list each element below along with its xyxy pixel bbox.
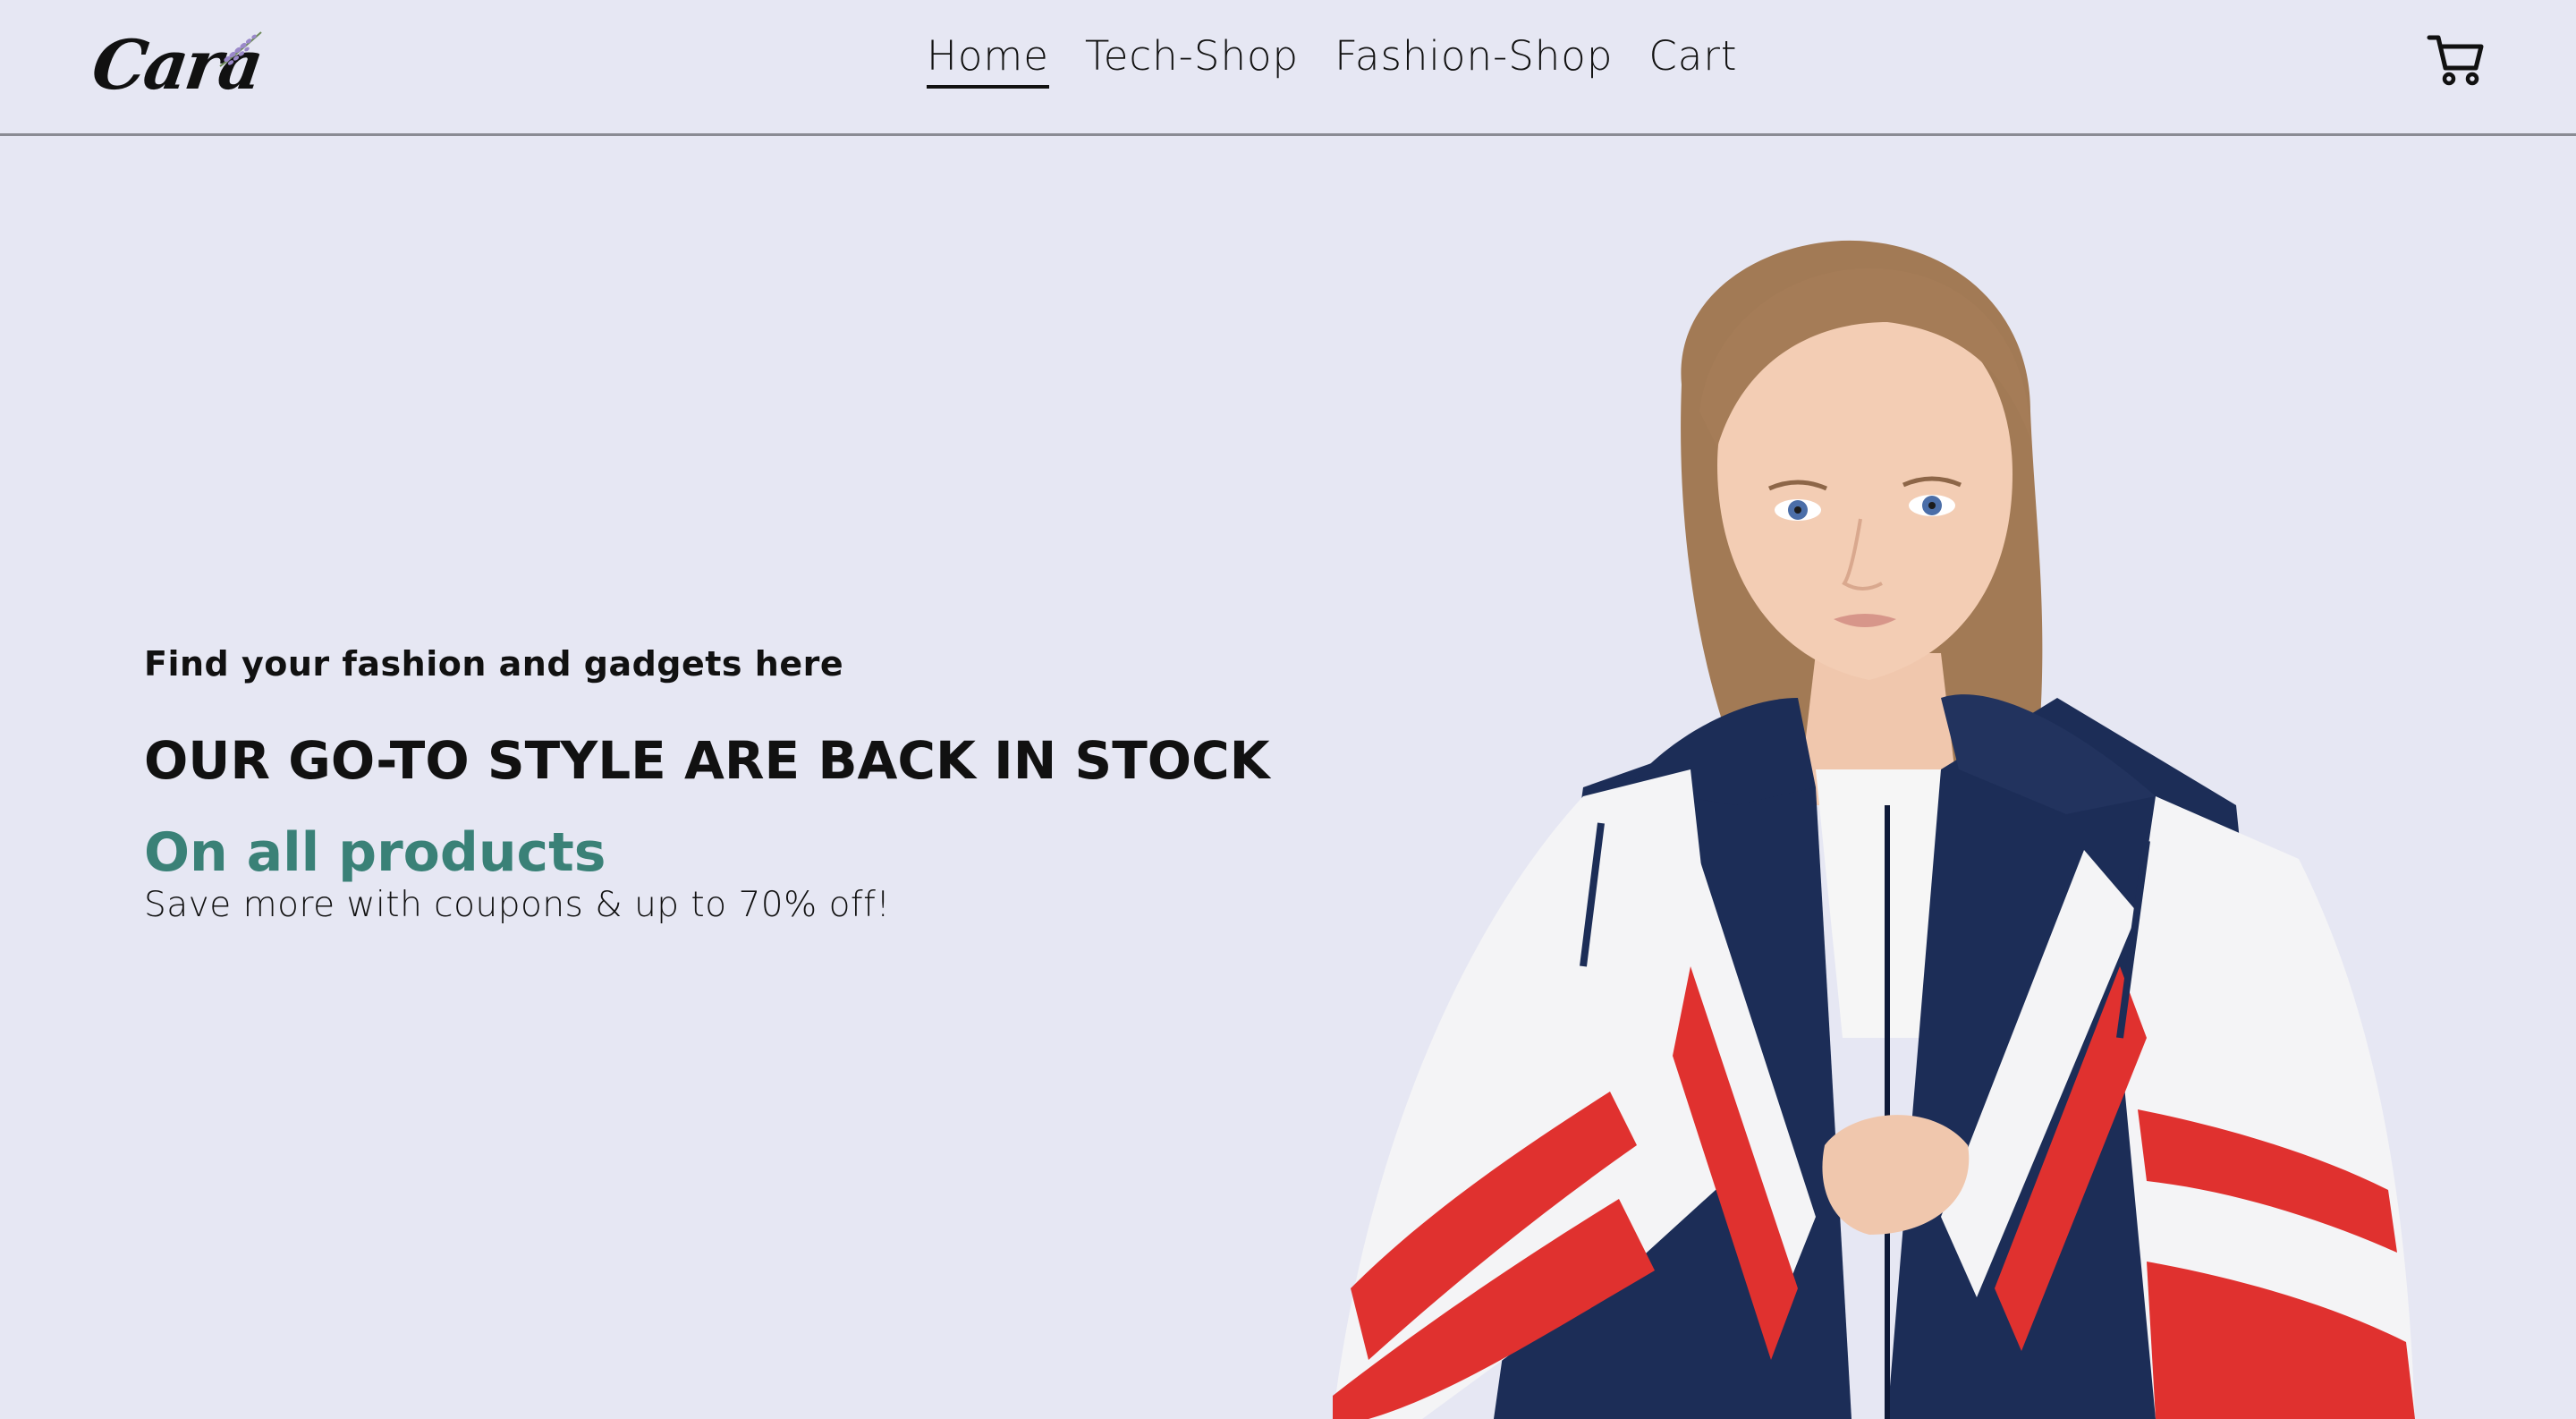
shopping-cart-icon[interactable] [2424, 27, 2488, 91]
nav-cart-link[interactable]: Cart [1648, 30, 1737, 89]
nav-fashion-shop-link[interactable]: Fashion-Shop [1335, 30, 1613, 89]
hero-accent-text: On all products [144, 821, 606, 884]
hero-kicker: Find your fashion and gadgets here [144, 644, 844, 684]
site-header: Cara Home Tech-Shop Fashion-Shop Cart [0, 0, 2576, 136]
main-nav: Home Tech-Shop Fashion-Shop Cart [927, 30, 1738, 89]
lavender-sprig-icon [219, 31, 262, 67]
hero-subline: Save more with coupons & up to 70% off! [144, 885, 891, 925]
brand-logo[interactable]: Cara [88, 18, 268, 107]
hero-model-image [1333, 240, 2415, 1419]
hero-section: Find your fashion and gadgets here OUR G… [144, 644, 1307, 925]
nav-home-link[interactable]: Home [927, 30, 1049, 89]
hero-headline: OUR GO-TO STYLE ARE BACK IN STOCK [144, 730, 1270, 791]
nav-tech-shop-link[interactable]: Tech-Shop [1085, 30, 1299, 89]
